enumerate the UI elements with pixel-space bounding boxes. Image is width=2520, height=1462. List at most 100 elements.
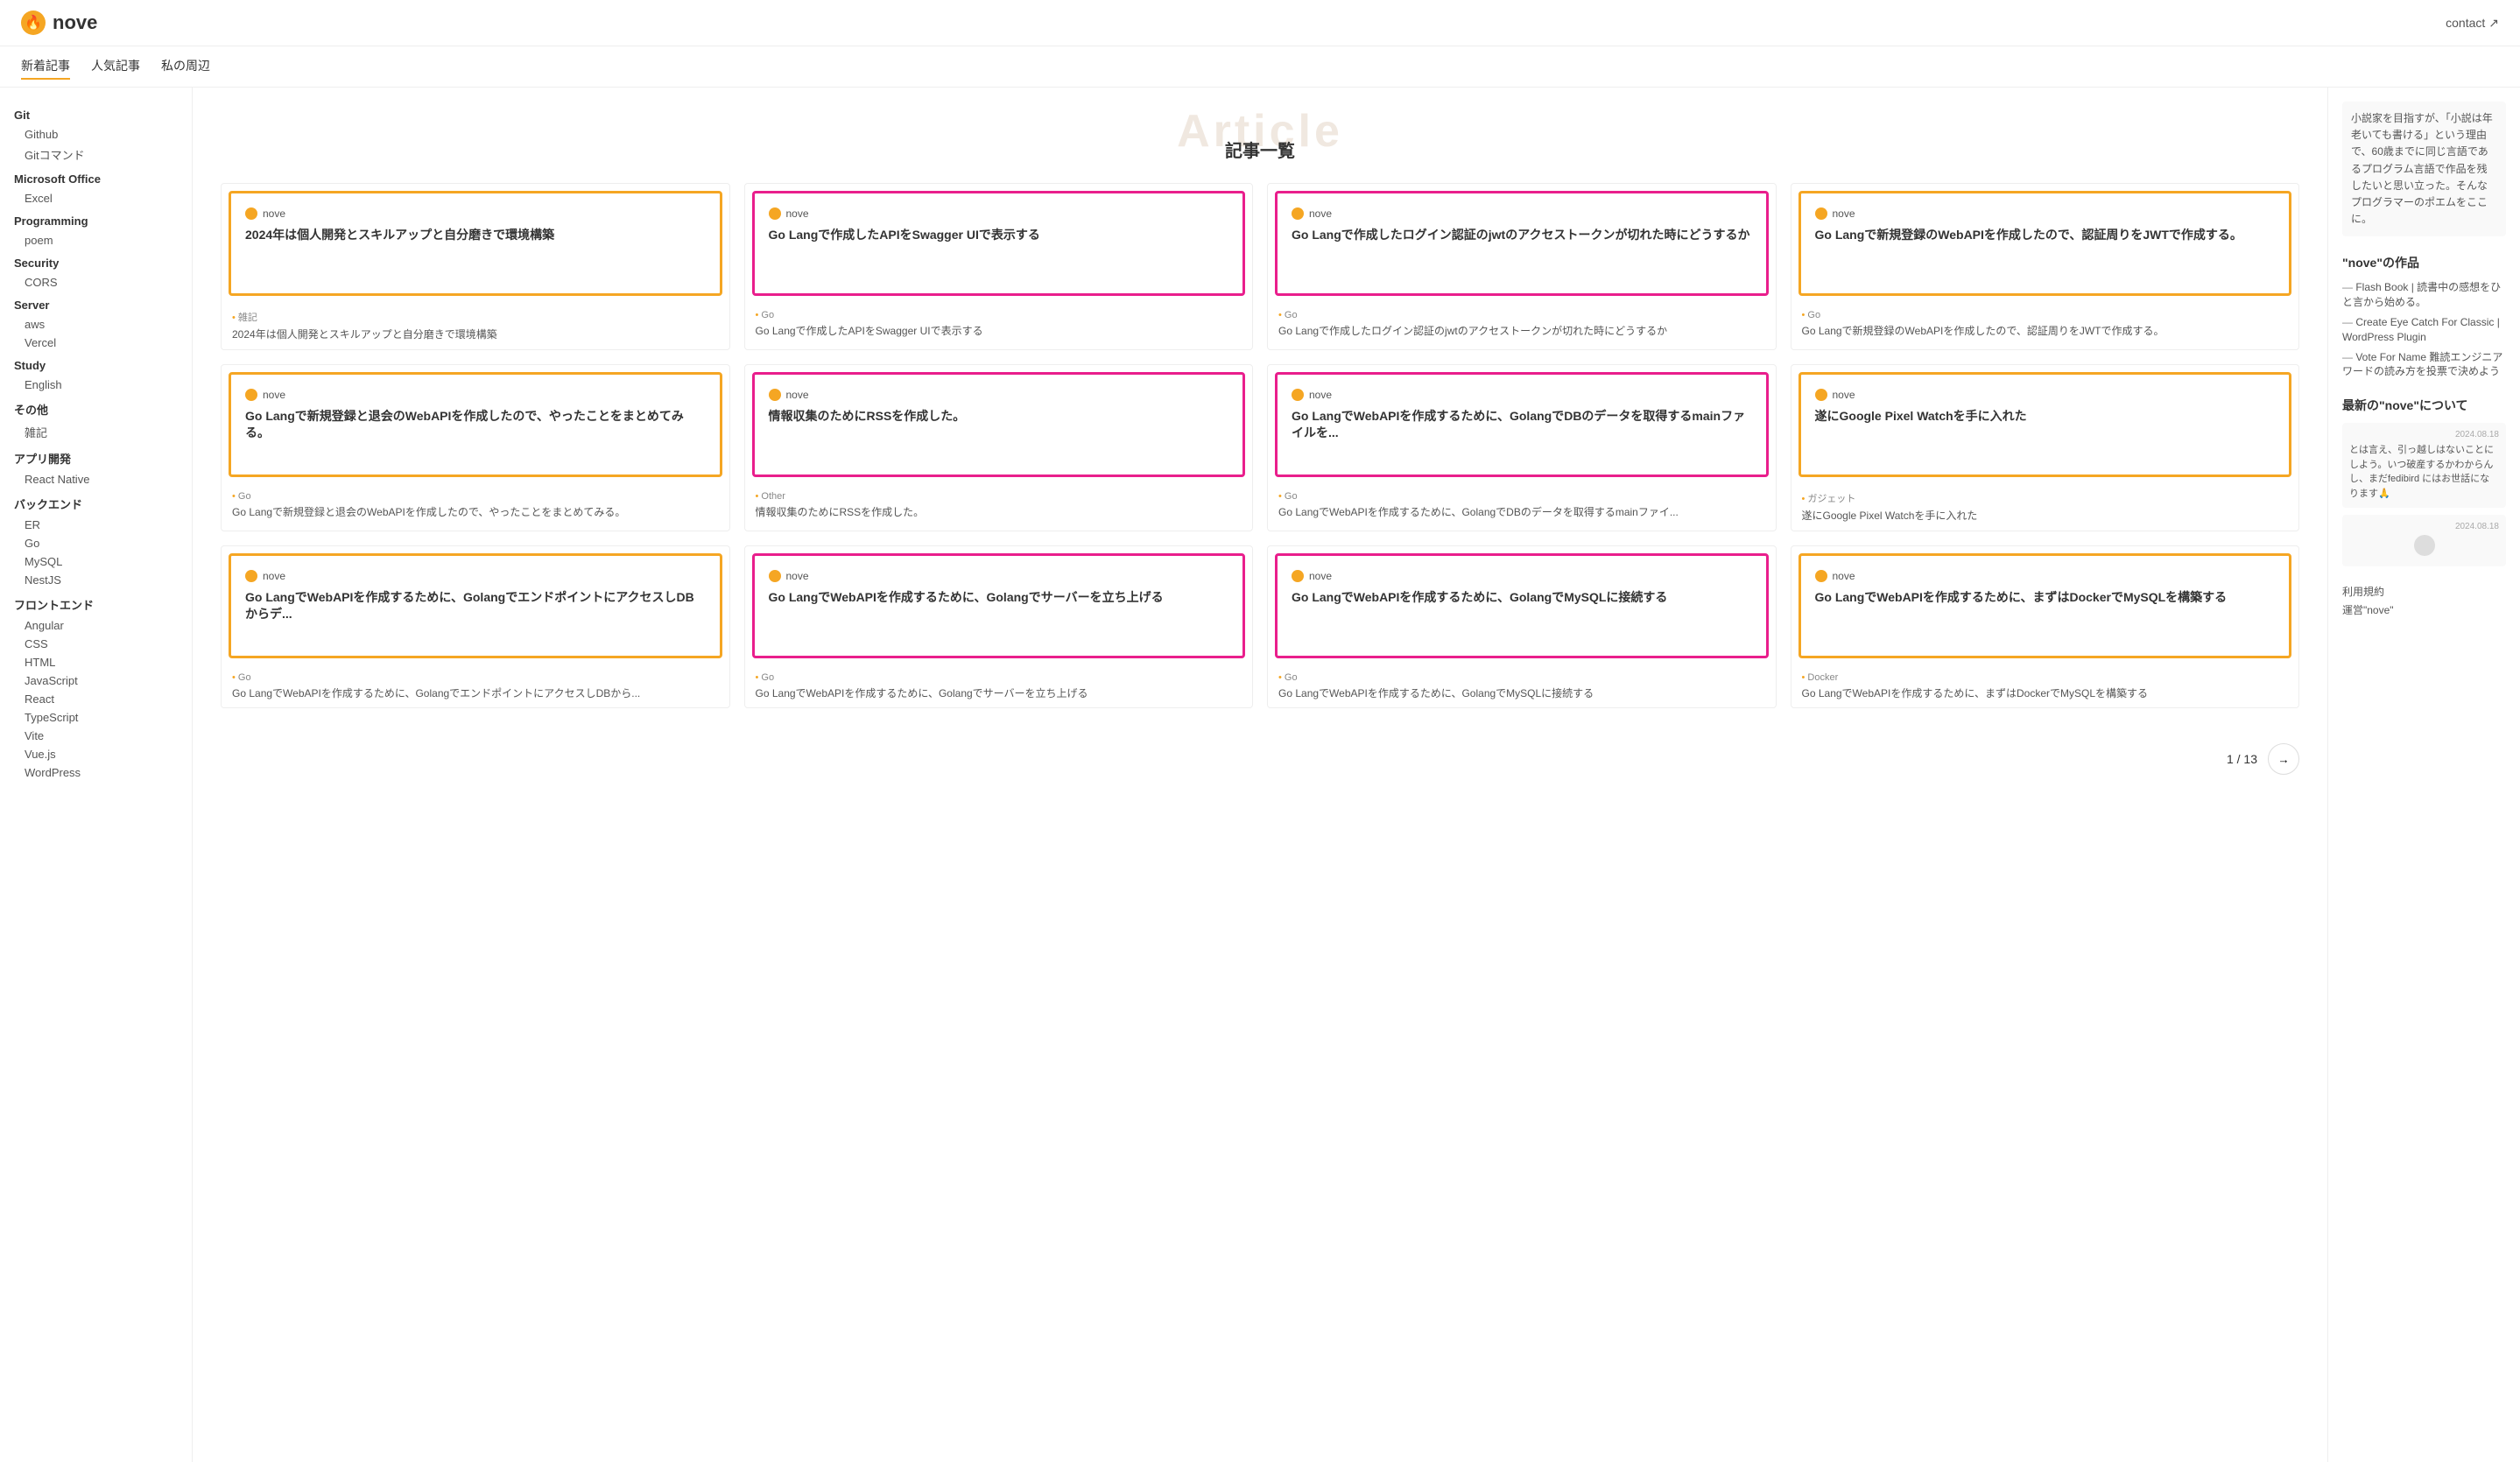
sidebar-item-vercel[interactable]: Vercel xyxy=(0,334,192,352)
page-title-wrapper: Article 記事一覧 xyxy=(221,109,2299,162)
pagination-next-button[interactable]: → xyxy=(2268,743,2299,775)
card-logo-dot xyxy=(245,570,257,582)
card-meta: Go Go LangでWebAPIを作成するために、GolangでMySQLに接… xyxy=(1268,665,1776,708)
right-sidebar: 小説家を目指すが、「小説は年老いても書ける」という理由で、60歳までに同じ言語で… xyxy=(2327,88,2520,1462)
card-logo-text: nove xyxy=(1309,570,1332,582)
sidebar-item-aws[interactable]: aws xyxy=(0,315,192,334)
card-desc: Go Langで作成したログイン認証のjwtのアクセストークンが切れた時にどうす… xyxy=(1278,324,1765,339)
card-image: nove Go LangでWebAPIを作成するために、Golangでサーバーを… xyxy=(752,553,1246,658)
article-card[interactable]: nove Go LangでWebAPIを作成するために、GolangでDBのデー… xyxy=(1267,364,1777,531)
card-meta: Other 情報収集のためにRSSを作成した。 xyxy=(745,484,1253,527)
nav-item-new[interactable]: 新着記事 xyxy=(21,53,70,80)
article-card[interactable]: nove 情報収集のためにRSSを作成した。 Other 情報収集のためにRSS… xyxy=(744,364,1254,531)
chat-text-1: とは言え、引っ越しはないことにしよう。いつ破産するかわからんし、まだfedibi… xyxy=(2349,443,2499,501)
sidebar-item-javascript[interactable]: JavaScript xyxy=(0,671,192,690)
sidebar-item-github[interactable]: Github xyxy=(0,125,192,144)
card-image: nove Go LangでWebAPIを作成するために、Golangでエンドポイ… xyxy=(229,553,722,658)
article-card[interactable]: nove Go Langで作成したAPIをSwagger UIで表示する Go … xyxy=(744,183,1254,350)
sidebar-category-other: その他 雑記 xyxy=(0,394,192,443)
card-desc: Go LangでWebAPIを作成するために、GolangでDBのデータを取得す… xyxy=(1278,505,1765,520)
article-card[interactable]: nove 2024年は個人開発とスキルアップと自分磨きで環境構築 雑記 2024… xyxy=(221,183,730,350)
card-image: nove Go Langで作成したログイン認証のjwtのアクセストークンが切れた… xyxy=(1275,191,1769,296)
sidebar-item-poem[interactable]: poem xyxy=(0,231,192,250)
card-logo: nove xyxy=(1815,389,2276,401)
card-tag: 雑記 xyxy=(232,310,719,324)
card-logo: nove xyxy=(769,389,1229,401)
left-sidebar: Git Github Gitコマンド Microsoft Office Exce… xyxy=(0,88,193,1462)
works-link-item[interactable]: Flash Book | 読書中の感想をひと言から始める。 xyxy=(2342,280,2506,310)
article-card[interactable]: nove Go LangでWebAPIを作成するために、GolangでMySQL… xyxy=(1267,545,1777,709)
footer-link-item[interactable]: 運営"nove" xyxy=(2342,602,2506,617)
sidebar-item-go[interactable]: Go xyxy=(0,534,192,552)
nav-item-around[interactable]: 私の周辺 xyxy=(161,53,210,80)
sidebar-item-typescript[interactable]: TypeScript xyxy=(0,708,192,727)
works-link-item[interactable]: Vote For Name 難読エンジニアワードの読み方を投票で決めよう xyxy=(2342,350,2506,380)
article-card[interactable]: nove Go LangでWebAPIを作成するために、Golangでエンドポイ… xyxy=(221,545,730,709)
sidebar-category-backend: バックエンド ER Go MySQL NestJS xyxy=(0,489,192,589)
card-logo-text: nove xyxy=(786,570,809,582)
sidebar-category-label-backend: バックエンド xyxy=(0,489,192,516)
sidebar-category-label-git: Git xyxy=(0,102,192,125)
article-card[interactable]: nove Go Langで新規登録と退会のWebAPIを作成したので、やったこと… xyxy=(221,364,730,531)
sidebar-item-wordpress[interactable]: WordPress xyxy=(0,763,192,782)
card-logo: nove xyxy=(245,207,706,220)
main-nav: 新着記事 人気記事 私の周辺 xyxy=(0,46,2520,88)
card-title: Go Langで作成したAPIをSwagger UIで表示する xyxy=(769,227,1229,244)
card-logo-dot xyxy=(1815,389,1827,401)
card-meta: Go Go LangでWebAPIを作成するために、Golangでエンドポイント… xyxy=(222,665,729,708)
pagination: 1 / 13 → xyxy=(221,729,2299,789)
card-tag: Go xyxy=(756,310,1242,320)
sidebar-item-vuejs[interactable]: Vue.js xyxy=(0,745,192,763)
card-logo-text: nove xyxy=(1309,207,1332,220)
sidebar-category-label-msoffice: Microsoft Office xyxy=(0,165,192,189)
card-desc: Go Langで新規登録のWebAPIを作成したので、認証周りをJWTで作成する… xyxy=(1802,324,2289,339)
article-card[interactable]: nove Go Langで新規登録のWebAPIを作成したので、認証周りをJWT… xyxy=(1791,183,2300,350)
works-link-item[interactable]: Create Eye Catch For Classic | WordPress… xyxy=(2342,315,2506,345)
card-tag: ガジェット xyxy=(1802,491,2289,505)
card-logo-text: nove xyxy=(1833,207,1855,220)
card-logo-text: nove xyxy=(786,389,809,401)
card-logo: nove xyxy=(245,389,706,401)
card-logo-dot xyxy=(1292,207,1304,220)
card-meta: Go Go Langで新規登録と退会のWebAPIを作成したので、やったことをま… xyxy=(222,484,729,527)
sidebar-item-zakki[interactable]: 雑記 xyxy=(0,421,192,443)
nav-item-popular[interactable]: 人気記事 xyxy=(91,53,140,80)
sidebar-item-er[interactable]: ER xyxy=(0,516,192,534)
sidebar-item-english[interactable]: English xyxy=(0,376,192,394)
logo-text: nove xyxy=(53,11,97,34)
card-meta: Go Go LangでWebAPIを作成するために、GolangでDBのデータを… xyxy=(1268,484,1776,527)
sidebar-item-cors[interactable]: CORS xyxy=(0,273,192,292)
card-logo: nove xyxy=(245,570,706,582)
sidebar-item-angular[interactable]: Angular xyxy=(0,616,192,635)
logo[interactable]: 🔥 nove xyxy=(21,11,97,35)
sidebar-item-css[interactable]: CSS xyxy=(0,635,192,653)
card-meta: 雑記 2024年は個人開発とスキルアップと自分磨きで環境構築 xyxy=(222,303,729,349)
card-logo-dot xyxy=(1815,207,1827,220)
card-meta: Go Go Langで作成したログイン認証のjwtのアクセストークンが切れた時に… xyxy=(1268,303,1776,346)
sidebar-item-mysql[interactable]: MySQL xyxy=(0,552,192,571)
contact-link[interactable]: contact ↗ xyxy=(2446,16,2499,31)
card-desc: Go Langで新規登録と退会のWebAPIを作成したので、やったことをまとめて… xyxy=(232,505,719,520)
sidebar-item-react[interactable]: React xyxy=(0,690,192,708)
sidebar-item-nestjs[interactable]: NestJS xyxy=(0,571,192,589)
sidebar-item-reactnative[interactable]: React Native xyxy=(0,470,192,489)
card-image: nove Go LangでWebAPIを作成するために、まずはDockerでMy… xyxy=(1798,553,2292,658)
card-desc: Go LangでWebAPIを作成するために、Golangでエンドポイントにアク… xyxy=(232,686,719,701)
card-image: nove 遂にGoogle Pixel Watchを手に入れた xyxy=(1798,372,2292,477)
sidebar-item-html[interactable]: HTML xyxy=(0,653,192,671)
card-desc: Go Langで作成したAPIをSwagger UIで表示する xyxy=(756,324,1242,339)
card-desc: 2024年は個人開発とスキルアップと自分磨きで環境構築 xyxy=(232,327,719,342)
footer-link-item[interactable]: 利用規約 xyxy=(2342,584,2506,599)
article-card[interactable]: nove Go LangでWebAPIを作成するために、まずはDockerでMy… xyxy=(1791,545,2300,709)
article-card[interactable]: nove 遂にGoogle Pixel Watchを手に入れた ガジェット 遂に… xyxy=(1791,364,2300,531)
page-title: 記事一覧 xyxy=(221,137,2299,162)
card-logo-dot xyxy=(1292,570,1304,582)
article-card[interactable]: nove Go Langで作成したログイン認証のjwtのアクセストークンが切れた… xyxy=(1267,183,1777,350)
card-logo-text: nove xyxy=(263,207,285,220)
sidebar-item-gitcommand[interactable]: Gitコマンド xyxy=(0,144,192,165)
card-title: 遂にGoogle Pixel Watchを手に入れた xyxy=(1815,408,2276,425)
sidebar-item-vite[interactable]: Vite xyxy=(0,727,192,745)
article-card[interactable]: nove Go LangでWebAPIを作成するために、Golangでサーバーを… xyxy=(744,545,1254,709)
card-tag: Other xyxy=(756,491,1242,502)
sidebar-item-excel[interactable]: Excel xyxy=(0,189,192,207)
